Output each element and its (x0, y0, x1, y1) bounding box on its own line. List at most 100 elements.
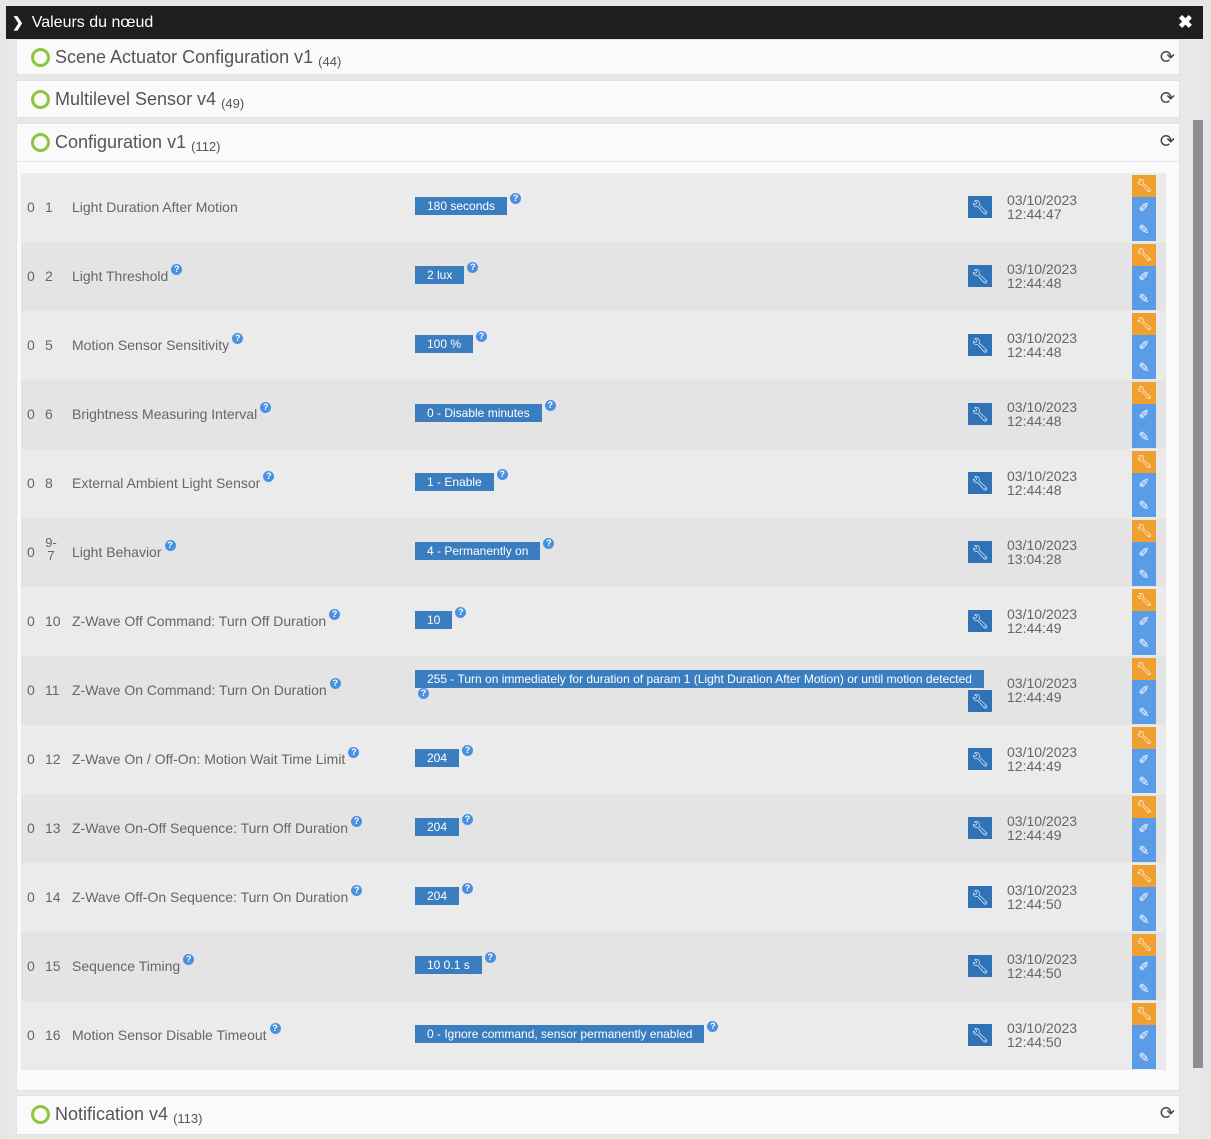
help-icon[interactable]: ? (543, 538, 555, 549)
configure-wrench-button[interactable]: 🔧︎ (968, 886, 992, 908)
help-icon[interactable]: ? (544, 400, 556, 411)
configure-wrench-button[interactable]: 🔧︎ (968, 748, 992, 770)
panel-title[interactable]: Configuration v1 (55, 132, 186, 153)
value-badge[interactable]: 2 lux (415, 266, 465, 284)
wrench-action-button[interactable]: 🔧︎ (1132, 520, 1156, 542)
help-icon[interactable]: ? (260, 402, 272, 413)
configure-wrench-button[interactable]: 🔧︎ (968, 196, 992, 218)
help-icon[interactable]: ? (462, 883, 474, 894)
configure-wrench-button[interactable]: 🔧︎ (968, 817, 992, 839)
refresh-icon[interactable]: ⟳ (1160, 88, 1175, 109)
wrench-action-button[interactable]: 🔧︎ (1132, 934, 1156, 956)
edit-pencil-button[interactable]: ✎ (1132, 771, 1156, 793)
help-icon[interactable]: ? (263, 471, 275, 482)
eraser-action-button[interactable]: ✐ (1132, 1025, 1156, 1047)
edit-pencil-button[interactable]: ✎ (1132, 495, 1156, 517)
help-icon[interactable]: ? (476, 331, 488, 342)
eraser-action-button[interactable]: ✐ (1132, 956, 1156, 978)
value-badge[interactable]: 10 (415, 611, 453, 629)
configure-wrench-button[interactable]: 🔧︎ (968, 334, 992, 356)
refresh-icon[interactable]: ⟳ (1160, 47, 1175, 68)
help-icon[interactable]: ? (232, 333, 244, 344)
help-icon[interactable]: ? (484, 952, 496, 963)
refresh-icon[interactable]: ⟳ (1160, 131, 1175, 152)
help-icon[interactable]: ? (171, 264, 183, 275)
edit-pencil-button[interactable]: ✎ (1132, 909, 1156, 931)
help-icon[interactable]: ? (350, 816, 362, 827)
help-icon[interactable]: ? (510, 193, 522, 204)
value-badge[interactable]: 100 % (415, 335, 474, 353)
edit-pencil-button[interactable]: ✎ (1132, 978, 1156, 1000)
help-icon[interactable]: ? (329, 678, 341, 689)
configure-wrench-button[interactable]: 🔧︎ (968, 541, 992, 563)
value-badge[interactable]: 4 - Permanently on (415, 542, 541, 560)
eraser-action-button[interactable]: ✐ (1132, 749, 1156, 771)
help-icon[interactable]: ? (462, 745, 474, 756)
value-badge[interactable]: 204 (415, 749, 460, 767)
configure-wrench-button[interactable]: 🔧︎ (968, 1024, 992, 1046)
eraser-action-button[interactable]: ✐ (1132, 818, 1156, 840)
edit-pencil-button[interactable]: ✎ (1132, 426, 1156, 448)
edit-pencil-button[interactable]: ✎ (1132, 633, 1156, 655)
scrollbar[interactable] (1193, 120, 1203, 1068)
wrench-action-button[interactable]: 🔧︎ (1132, 1003, 1156, 1025)
configure-wrench-button[interactable]: 🔧︎ (968, 403, 992, 425)
edit-pencil-button[interactable]: ✎ (1132, 840, 1156, 862)
eraser-action-button[interactable]: ✐ (1132, 335, 1156, 357)
help-icon[interactable]: ? (467, 262, 479, 273)
eraser-action-button[interactable]: ✐ (1132, 404, 1156, 426)
wrench-action-button[interactable]: 🔧︎ (1132, 865, 1156, 887)
configure-wrench-button[interactable]: 🔧︎ (968, 955, 992, 977)
value-badge[interactable]: 180 seconds (415, 197, 508, 215)
eraser-action-button[interactable]: ✐ (1132, 266, 1156, 288)
edit-pencil-button[interactable]: ✎ (1132, 564, 1156, 586)
edit-pencil-button[interactable]: ✎ (1132, 1047, 1156, 1069)
value-badge[interactable]: 0 - Ignore command, sensor permanently e… (415, 1025, 705, 1043)
wrench-action-button[interactable]: 🔧︎ (1132, 451, 1156, 473)
close-icon[interactable]: ✖ (1178, 12, 1193, 33)
wrench-action-button[interactable]: 🔧︎ (1132, 658, 1156, 680)
wrench-action-button[interactable]: 🔧︎ (1132, 796, 1156, 818)
chevron-right-icon[interactable]: ❯ (12, 14, 24, 31)
eraser-action-button[interactable]: ✐ (1132, 473, 1156, 495)
wrench-action-button[interactable]: 🔧︎ (1132, 589, 1156, 611)
eraser-action-button[interactable]: ✐ (1132, 680, 1156, 702)
value-badge[interactable]: 204 (415, 887, 460, 905)
help-icon[interactable]: ? (348, 747, 360, 758)
eraser-action-button[interactable]: ✐ (1132, 542, 1156, 564)
eraser-action-button[interactable]: ✐ (1132, 611, 1156, 633)
edit-pencil-button[interactable]: ✎ (1132, 702, 1156, 724)
wrench-action-button[interactable]: 🔧︎ (1132, 244, 1156, 266)
eraser-action-button[interactable]: ✐ (1132, 887, 1156, 909)
help-icon[interactable]: ? (707, 1021, 719, 1032)
help-icon[interactable]: ? (329, 609, 341, 620)
panel-title[interactable]: Scene Actuator Configuration v1 (55, 47, 313, 68)
help-icon[interactable]: ? (418, 688, 429, 699)
help-icon[interactable]: ? (455, 607, 467, 618)
value-badge[interactable]: 0 - Disable minutes (415, 404, 542, 422)
help-icon[interactable]: ? (164, 540, 176, 551)
panel-title[interactable]: Notification v4 (55, 1104, 168, 1125)
value-badge[interactable]: 1 - Enable (415, 473, 494, 491)
wrench-action-button[interactable]: 🔧︎ (1132, 727, 1156, 749)
value-badge[interactable]: 255 - Turn on immediately for duration o… (415, 670, 984, 688)
value-badge[interactable]: 204 (415, 818, 460, 836)
edit-pencil-button[interactable]: ✎ (1132, 288, 1156, 310)
configure-wrench-button[interactable]: 🔧︎ (968, 690, 992, 712)
help-icon[interactable]: ? (183, 954, 195, 965)
wrench-action-button[interactable]: 🔧︎ (1132, 175, 1156, 197)
configure-wrench-button[interactable]: 🔧︎ (968, 265, 992, 287)
help-icon[interactable]: ? (462, 814, 474, 825)
configure-wrench-button[interactable]: 🔧︎ (968, 472, 992, 494)
value-badge[interactable]: 10 0.1 s (415, 956, 482, 974)
edit-pencil-button[interactable]: ✎ (1132, 357, 1156, 379)
help-icon[interactable]: ? (496, 469, 508, 480)
configure-wrench-button[interactable]: 🔧︎ (968, 610, 992, 632)
panel-title[interactable]: Multilevel Sensor v4 (55, 89, 216, 110)
refresh-icon[interactable]: ⟳ (1160, 1103, 1175, 1124)
help-icon[interactable]: ? (351, 885, 363, 896)
wrench-action-button[interactable]: 🔧︎ (1132, 313, 1156, 335)
wrench-action-button[interactable]: 🔧︎ (1132, 382, 1156, 404)
eraser-action-button[interactable]: ✐ (1132, 197, 1156, 219)
help-icon[interactable]: ? (269, 1023, 281, 1034)
